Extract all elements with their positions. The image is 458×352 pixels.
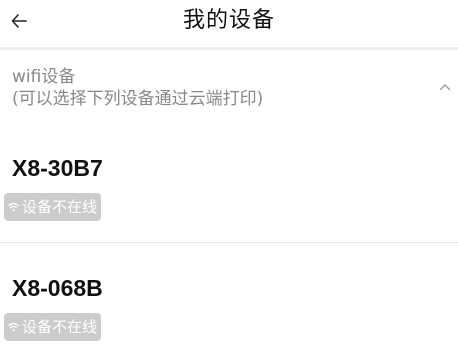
status-badge: 设备不在线 [4, 193, 102, 221]
device-item[interactable]: X8-30B7 设备不在线 [0, 124, 458, 242]
device-name: X8-30B7 [12, 155, 103, 181]
status-text: 设备不在线 [22, 198, 98, 216]
device-name: X8-068B [12, 275, 103, 301]
section-subtitle: (可以选择下列设备通过云端打印) [12, 89, 264, 109]
page-title: 我的设备 [182, 8, 275, 33]
app-screen: 我的设备 wifi设备 (可以选择下列设备通过云端打印) X8-30B7 设备不… [0, 0, 458, 352]
status-text: 设备不在线 [22, 318, 98, 336]
wifi-icon [8, 322, 19, 332]
chevron-up-icon[interactable] [438, 80, 452, 94]
device-divider [0, 242, 458, 243]
status-badge: 设备不在线 [4, 313, 102, 341]
top-bar: 我的设备 [0, 0, 458, 46]
device-item[interactable]: X8-068B 设备不在线 [0, 244, 458, 352]
section-title: wifi设备 [12, 67, 76, 87]
wifi-icon [8, 202, 19, 212]
wifi-devices-section-header[interactable]: wifi设备 (可以选择下列设备通过云端打印) [0, 50, 458, 124]
